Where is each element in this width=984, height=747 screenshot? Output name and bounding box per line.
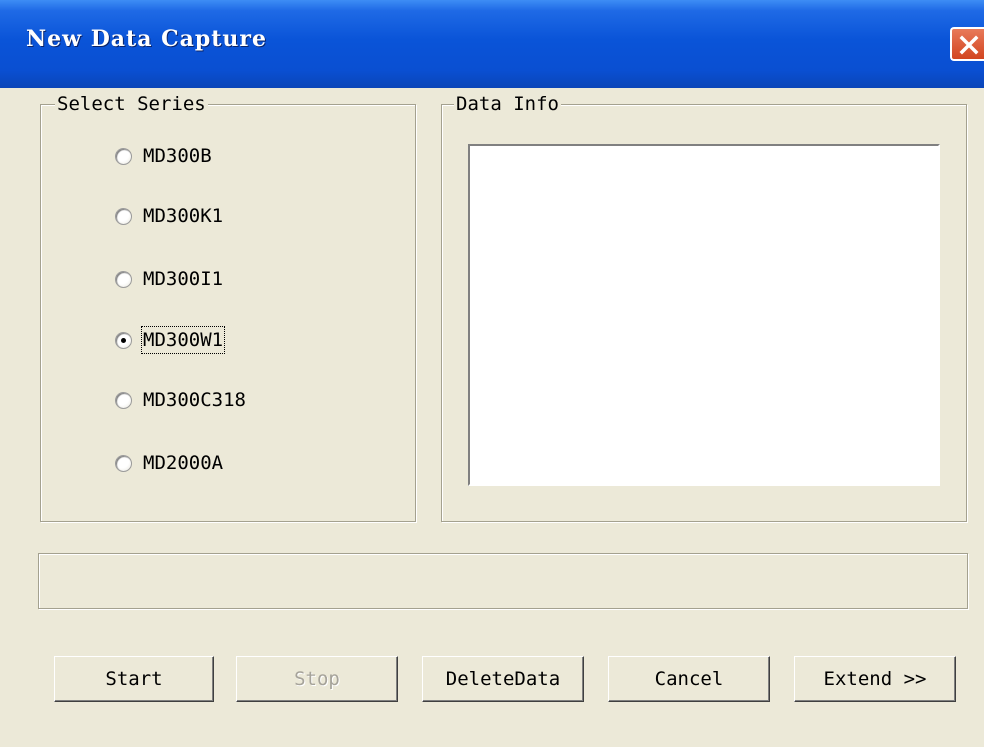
radio-label[interactable]: MD2000A [143, 451, 223, 475]
status-panel [38, 553, 968, 609]
start-button-label: Start [105, 668, 163, 690]
stop-button-label: Stop [294, 668, 340, 690]
delete-data-button-label: DeleteData [445, 668, 561, 690]
radio-md300b[interactable]: MD300B [115, 143, 212, 169]
select-series-legend: Select Series [55, 92, 208, 116]
data-info-text-area[interactable] [468, 144, 940, 486]
data-info-legend: Data Info [454, 92, 561, 116]
extend-button-label: Extend >> [823, 668, 927, 690]
radio-md300w1[interactable]: MD300W1 [115, 326, 226, 354]
radio-label[interactable]: MD300C318 [143, 388, 246, 412]
radio-button[interactable] [115, 147, 132, 165]
radio-label[interactable]: MD300W1 [140, 326, 226, 354]
radio-button[interactable] [115, 207, 132, 225]
cancel-button-label: Cancel [654, 668, 724, 690]
start-button[interactable]: Start [54, 656, 214, 702]
close-button[interactable] [950, 27, 984, 61]
radio-label[interactable]: MD300I1 [143, 267, 223, 291]
delete-data-button[interactable]: DeleteData [422, 656, 584, 702]
close-icon [959, 35, 979, 55]
radio-selected-dot [121, 337, 126, 343]
radio-button[interactable] [115, 454, 132, 472]
radio-button[interactable] [115, 391, 132, 409]
radio-md2000a[interactable]: MD2000A [115, 450, 223, 476]
radio-md300i1[interactable]: MD300I1 [115, 266, 223, 292]
window-title: New Data Capture [26, 26, 268, 52]
cancel-button[interactable]: Cancel [608, 656, 770, 702]
radio-md300c318[interactable]: MD300C318 [115, 387, 246, 413]
radio-button[interactable] [115, 270, 132, 288]
radio-md300k1[interactable]: MD300K1 [115, 203, 223, 229]
title-bar[interactable]: New Data Capture [0, 0, 984, 88]
extend-button[interactable]: Extend >> [794, 656, 956, 702]
stop-button[interactable]: Stop [236, 656, 398, 702]
radio-label[interactable]: MD300K1 [143, 204, 223, 228]
select-series-group: Select Series [40, 92, 416, 522]
radio-button-selected[interactable] [115, 331, 132, 349]
radio-label[interactable]: MD300B [143, 144, 212, 168]
